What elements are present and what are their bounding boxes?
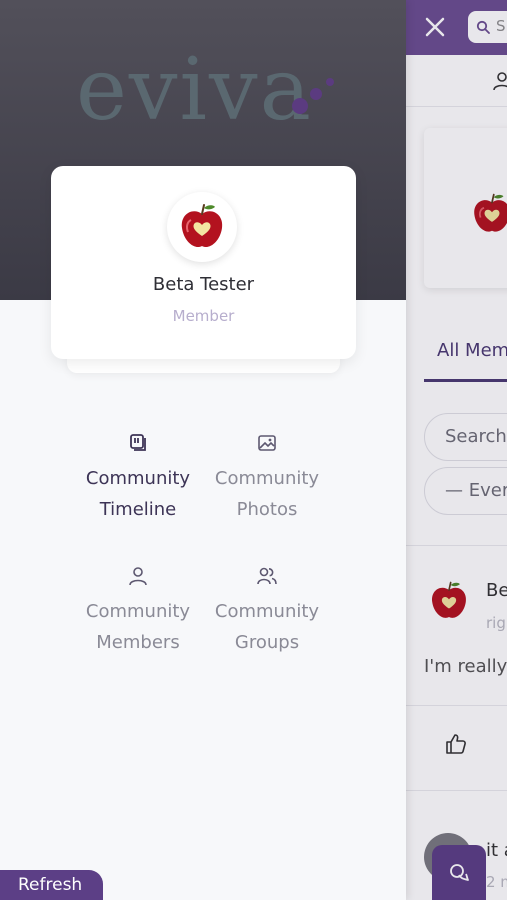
menu-item-label: Community Groups [214, 601, 320, 653]
post-text: it a [486, 840, 507, 861]
refresh-button[interactable]: Refresh [0, 870, 103, 900]
post-text: I'm really [424, 656, 507, 677]
apple-heart-avatar[interactable] [428, 580, 470, 622]
person-icon[interactable] [492, 71, 507, 91]
profile-banner [424, 128, 507, 288]
timeline-icon [130, 434, 146, 451]
top-search-input[interactable]: S [468, 11, 507, 43]
background-page: S All Mem Search — Ever Be rig I'm reall… [406, 0, 507, 900]
tab-all-members[interactable]: All Mem [437, 340, 507, 361]
group-icon [257, 567, 277, 585]
thumbs-up-icon[interactable] [444, 732, 468, 756]
members-filter-value: — Ever [445, 480, 507, 501]
menu-item-community-groups[interactable]: Community Groups [207, 566, 327, 658]
members-search-placeholder: Search [445, 426, 507, 447]
divider [406, 705, 507, 706]
chat-icon [450, 864, 469, 881]
nav-bar [406, 55, 507, 107]
apple-heart-avatar [474, 193, 507, 232]
divider [406, 545, 507, 546]
menu-item-label: Community Photos [214, 468, 320, 520]
photos-icon [258, 435, 276, 451]
menu-item-label: Community Members [85, 601, 191, 653]
profile-card[interactable]: Beta Tester Member [51, 166, 356, 359]
profile-name: Beta Tester [152, 274, 255, 295]
top-bar: S [406, 0, 507, 55]
post-author[interactable]: Be [486, 580, 507, 601]
divider [406, 790, 507, 791]
members-filter-select[interactable]: — Ever [424, 467, 507, 515]
person-icon [129, 567, 147, 586]
menu-item-community-timeline[interactable]: Community Timeline [78, 433, 198, 525]
side-drawer: eviva Beta Tester Member Community Timel… [0, 0, 406, 900]
post-timestamp: rig [486, 614, 506, 632]
menu-item-community-photos[interactable]: Community Photos [207, 433, 327, 525]
tab-underline [424, 379, 507, 382]
search-icon [476, 20, 490, 34]
apple-heart-avatar [181, 204, 223, 248]
avatar[interactable] [167, 192, 237, 262]
logo-dots-icon [292, 78, 334, 114]
profile-role: Member [172, 307, 235, 325]
menu-item-community-members[interactable]: Community Members [78, 566, 198, 658]
top-search-placeholder: S [496, 17, 506, 35]
post-timestamp: 2 m [486, 873, 507, 891]
members-search-input[interactable]: Search [424, 413, 507, 461]
close-icon[interactable] [424, 16, 446, 38]
eviva-logo: eviva [76, 40, 336, 140]
chat-button[interactable] [432, 845, 486, 900]
menu-item-label: Community Timeline [85, 468, 191, 520]
